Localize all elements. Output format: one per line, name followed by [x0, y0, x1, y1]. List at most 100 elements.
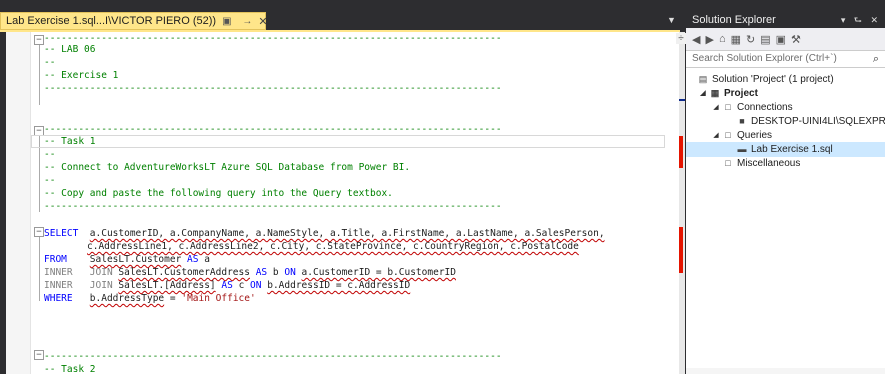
code-line: --	[44, 175, 56, 186]
keyword: ON	[250, 280, 262, 291]
tree-item-label: Connections	[737, 102, 793, 113]
alias: a	[204, 254, 210, 265]
sql-file-icon: ▬	[737, 144, 747, 154]
solution-icon: ▤	[698, 74, 708, 84]
sql-editor[interactable]: − − − − --------------------------------…	[6, 32, 679, 374]
forward-icon[interactable]: ▶	[705, 33, 713, 46]
string-literal: 'Main Office'	[181, 293, 256, 304]
home-icon[interactable]: ⌂	[719, 33, 726, 45]
code-line: --	[44, 57, 56, 68]
panel-title: Solution Explorer	[692, 14, 776, 26]
code-line: -- Exercise 1	[44, 70, 119, 81]
folder-icon: □	[725, 158, 731, 168]
pin-icon[interactable]: ▣ →	[222, 16, 256, 27]
operator: =	[169, 293, 176, 304]
sql-line-join1: INNER JOIN SalesLT.CustomerAddress AS b …	[44, 266, 456, 279]
solution-explorer-header: Solution Explorer ▾ ⮑ ✕	[686, 12, 885, 28]
code-line: -- Task 2	[44, 364, 96, 374]
tree-item-label: Project	[724, 88, 758, 99]
code-line: -- LAB 06	[44, 44, 96, 55]
database-icon: ■	[739, 116, 745, 126]
keyword: JOIN	[89, 267, 113, 278]
change-marker	[679, 227, 683, 273]
keyword: INNER	[44, 267, 73, 278]
tab-dropdown-icon[interactable]: ▼	[667, 15, 676, 25]
table-name: SalesLT.CustomerAddress	[118, 267, 250, 278]
split-icon[interactable]: ÷	[676, 33, 686, 44]
expand-icon[interactable]: ◢	[711, 128, 721, 143]
code-line: -- Copy and paste the following query in…	[44, 188, 393, 199]
tree-item-label: Miscellaneous	[737, 158, 801, 169]
tree-item-queries[interactable]: ◢ □ Queries	[711, 128, 772, 143]
panel-window-buttons[interactable]: ▾ ⮑ ✕	[841, 12, 881, 28]
join-condition: a.CustomerID = b.CustomerID	[301, 267, 456, 278]
column-name: b.AddressType	[89, 293, 165, 304]
properties-icon[interactable]: ⚒	[791, 33, 801, 46]
tree-item-project[interactable]: ◢ ▦ Project	[698, 86, 758, 101]
tree-item-lab-exercise-1[interactable]: ▬ Lab Exercise 1.sql	[686, 142, 885, 157]
code-line: ----------------------------------------…	[44, 201, 502, 212]
folder-icon: □	[725, 102, 731, 112]
sql-line-join2: INNER JOIN SalesLT.[Address] AS c ON b.A…	[44, 279, 410, 292]
keyword: WHERE	[44, 293, 73, 304]
sql-line-select: SELECT a.CustomerID, a.CompanyName, a.Na…	[44, 227, 605, 240]
code-line: -- Connect to AdventureWorksLT Azure SQL…	[44, 162, 411, 173]
code-area[interactable]: ----------------------------------------…	[31, 32, 667, 374]
vertical-scrollbar[interactable]	[679, 32, 685, 374]
keyword: FROM	[44, 254, 67, 265]
show-all-files-icon[interactable]: ▣	[776, 33, 786, 46]
keyword: INNER	[44, 280, 73, 291]
sql-line-select-cont: c.AddressLine1, c.AddressLine2, c.City, …	[87, 240, 579, 253]
tree-item-solution[interactable]: ▤ Solution 'Project' (1 project)	[698, 72, 834, 87]
search-icon[interactable]: ⌕	[873, 51, 879, 67]
join-condition: b.AddressID = c.AddressID	[267, 280, 411, 291]
tree-item-label: DESKTOP-UINI4LI\SQLEXPRESS	[751, 116, 885, 127]
alias: b	[272, 267, 279, 278]
code-line: -- Task 1	[44, 136, 96, 147]
table-name: SalesLT.[Address]	[118, 280, 216, 291]
tree-item-miscellaneous[interactable]: □ Miscellaneous	[723, 156, 800, 171]
tab-title: Lab Exercise 1.sql...I\VICTOR PIERO (52)…	[6, 15, 217, 27]
code-line: ----------------------------------------…	[44, 33, 502, 44]
table-name: SalesLT.Customer	[89, 254, 182, 265]
solution-explorer: Solution Explorer ▾ ⮑ ✕ ◀ ▶ ⌂ ▦ ↻ ▤ ▣ ⚒ …	[686, 12, 885, 374]
sql-line-where: WHERE b.AddressType = 'Main Office'	[44, 292, 256, 305]
code-line: ----------------------------------------…	[44, 351, 502, 362]
project-icon: ▦	[710, 88, 720, 98]
expand-icon[interactable]: ◢	[711, 100, 721, 115]
select-columns: a.CustomerID, a.CompanyName, a.NameStyle…	[89, 228, 605, 239]
tree-item-label: Solution 'Project' (1 project)	[712, 74, 834, 85]
code-line: ----------------------------------------…	[44, 124, 502, 135]
keyword: AS	[187, 254, 199, 265]
tree-item-label: Queries	[737, 130, 773, 141]
sql-line-from: FROM SalesLT.Customer AS a	[44, 253, 210, 266]
select-columns: c.AddressLine1, c.AddressLine2, c.City, …	[87, 241, 579, 252]
tree-item-label: Lab Exercise 1.sql	[751, 144, 833, 155]
code-line: --	[44, 149, 56, 160]
solution-tree: ▤ Solution 'Project' (1 project) ◢ ▦ Pro…	[686, 68, 885, 368]
keyword: JOIN	[89, 280, 113, 291]
tree-item-connections[interactable]: ◢ □ Connections	[711, 100, 793, 115]
close-icon[interactable]: ✕	[258, 15, 267, 28]
change-marker	[679, 136, 683, 168]
alias: c	[238, 280, 245, 291]
solution-explorer-toolbar: ◀ ▶ ⌂ ▦ ↻ ▤ ▣ ⚒	[686, 28, 885, 51]
tree-item-connection[interactable]: ■ DESKTOP-UINI4LI\SQLEXPRESS	[737, 114, 885, 129]
keyword: ON	[284, 267, 296, 278]
switch-views-icon[interactable]: ▦	[731, 33, 741, 46]
keyword: AS	[221, 280, 233, 291]
keyword: AS	[255, 267, 268, 278]
folder-icon: □	[725, 130, 731, 140]
search-placeholder: Search Solution Explorer (Ctrl+`)	[692, 53, 837, 64]
code-line: ----------------------------------------…	[44, 83, 502, 94]
editor-frame: Lab Exercise 1.sql...I\VICTOR PIERO (52)…	[0, 0, 686, 374]
expand-icon[interactable]: ◢	[698, 86, 708, 101]
editor-gutter	[6, 32, 31, 374]
back-icon[interactable]: ◀	[692, 33, 700, 46]
collapse-all-icon[interactable]: ▤	[760, 33, 770, 46]
scroll-position-marker	[679, 99, 685, 101]
solution-explorer-search[interactable]: Search Solution Explorer (Ctrl+`) ⌕	[686, 51, 885, 68]
keyword: SELECT	[44, 228, 79, 239]
tab-lab-exercise-1[interactable]: Lab Exercise 1.sql...I\VICTOR PIERO (52)…	[0, 12, 268, 30]
refresh-icon[interactable]: ↻	[746, 33, 755, 46]
